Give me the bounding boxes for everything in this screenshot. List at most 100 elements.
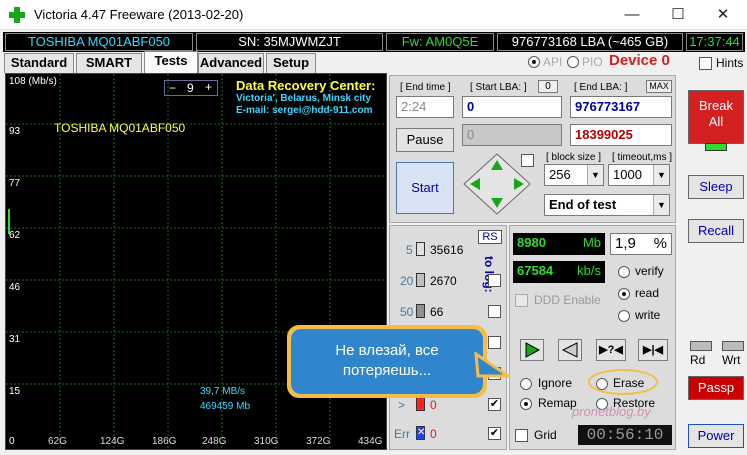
random-seek-button[interactable]: ▶?◀: [596, 339, 626, 361]
passp-button[interactable]: Passp: [688, 376, 744, 400]
rewind-button[interactable]: [558, 339, 582, 361]
drive-lba: 976773168 LBA (~465 GB): [497, 33, 683, 51]
percent-readout: 1,9 %: [610, 233, 672, 255]
zoom-minus-button[interactable]: −: [169, 81, 176, 95]
recall-button[interactable]: Recall: [688, 219, 744, 243]
elapsed-timer: 00:56:10: [578, 425, 672, 445]
status-led: [705, 143, 727, 151]
read-radio[interactable]: [618, 288, 630, 300]
y-label-15: 15: [9, 386, 21, 397]
random-seek-icon: ▶?◀: [599, 344, 623, 356]
block-size-select[interactable]: 256 ▼: [544, 164, 604, 186]
end-lba-label: [ End LBA: ]: [574, 82, 628, 93]
x-label-310g: 310G: [254, 436, 279, 447]
tab-tests[interactable]: Tests: [144, 51, 198, 73]
write-radio[interactable]: [618, 310, 630, 322]
callout-pointer: [474, 352, 510, 378]
pause-button[interactable]: Pause: [396, 128, 454, 152]
callout-message: Не влезай, все потеряешь...: [335, 342, 439, 379]
ignore-radio[interactable]: [520, 378, 532, 390]
block-swatch-50: [416, 304, 425, 318]
break-all-button[interactable]: Break All: [688, 90, 744, 144]
level-5: 5: [406, 243, 413, 257]
zoom-control: − 9 +: [164, 80, 218, 96]
percent-value: 1,9: [615, 235, 636, 252]
tab-standard[interactable]: Standard: [4, 53, 74, 73]
butterfly-icon: ▶|◀: [643, 344, 663, 356]
promo-location: Victoria', Belarus, Minsk city: [236, 93, 372, 104]
zoom-value: 9: [187, 81, 194, 95]
grid-checkbox[interactable]: [515, 429, 528, 442]
zoom-plus-button[interactable]: +: [205, 80, 212, 94]
maximize-button[interactable]: ☐: [655, 0, 701, 30]
end-action-select[interactable]: End of test ▼: [544, 194, 670, 216]
y-label-93: 93: [9, 126, 21, 137]
log-checkbox-20[interactable]: [488, 274, 501, 287]
x-label-186g: 186G: [152, 436, 177, 447]
count-50: 66: [430, 305, 444, 319]
timeout-label: [ timeout,ms ]: [612, 152, 673, 163]
play-button[interactable]: [520, 339, 544, 361]
butterfly-button[interactable]: ▶|◀: [638, 339, 668, 361]
promo-email: E-mail: sergei@hdd-911.com: [236, 105, 373, 116]
drive-model: TOSHIBA MQ01ABF050: [5, 33, 193, 51]
log-checkbox-200[interactable]: [488, 336, 501, 349]
pio-label: PIO: [582, 55, 603, 69]
tab-smart[interactable]: SMART: [76, 53, 142, 73]
remap-label: Remap: [538, 396, 577, 410]
title-bar: Victoria 4.47 Freeware (2013-02-20) — ☐ …: [0, 0, 747, 30]
power-button[interactable]: Power: [688, 424, 744, 448]
minimize-button[interactable]: —: [609, 0, 655, 30]
drive-serial: SN: 35MJWMZJT: [196, 33, 383, 51]
chevron-down-icon: ▼: [653, 165, 669, 185]
y-label-0: 0: [9, 436, 15, 447]
end-lba-max-button[interactable]: MAX: [646, 80, 672, 93]
hints-checkbox[interactable]: [699, 57, 712, 70]
block-swatch-20: [416, 273, 425, 287]
pio-radio[interactable]: [567, 56, 579, 68]
ddd-label: DDD Enable: [534, 293, 601, 307]
drive-info-bar: TOSHIBA MQ01ABF050 SN: 35MJWMZJT Fw: AM0…: [3, 32, 745, 52]
level-20: 20: [400, 274, 414, 288]
level-50: 50: [400, 305, 414, 319]
rs-button[interactable]: RS: [478, 230, 502, 244]
play-icon: [525, 342, 541, 358]
percent-unit: %: [653, 235, 667, 252]
ddd-checkbox[interactable]: [515, 294, 528, 307]
x-label-434g: 434G: [358, 436, 383, 447]
x-label-124g: 124G: [100, 436, 125, 447]
x-label-248g: 248G: [202, 436, 227, 447]
stats-panel: 8980 Mb 1,9 % 67584 kb/s verify read wri…: [509, 225, 676, 450]
rd-led: [690, 341, 712, 351]
block-swatch-over: [416, 397, 425, 411]
test-control-panel: [ End time ] 2:24 [ Start LBA: ] 0 0 [ E…: [389, 75, 676, 223]
callout-text: Не влезай, все потеряешь...: [291, 329, 483, 394]
direction-checkbox[interactable]: [521, 154, 534, 167]
tab-setup[interactable]: Setup: [266, 53, 316, 73]
log-checkbox-50[interactable]: [488, 305, 501, 318]
start-lba-field[interactable]: 0: [462, 96, 562, 118]
y-label-31: 31: [9, 334, 21, 345]
read-amount: 469459 Mb: [200, 401, 251, 412]
count-20: 2670: [430, 274, 457, 288]
remap-radio[interactable]: [520, 398, 532, 410]
end-lba-field[interactable]: 976773167: [570, 96, 672, 118]
close-button[interactable]: ✕: [700, 0, 746, 30]
log-checkbox-over[interactable]: ✔: [488, 398, 501, 411]
chevron-down-icon: ▼: [587, 165, 603, 185]
log-checkbox-err[interactable]: ✔: [488, 427, 501, 440]
tab-advanced[interactable]: Advanced: [198, 53, 264, 73]
end-time-field[interactable]: 2:24: [396, 96, 454, 118]
count-err: 0: [430, 427, 437, 441]
api-label: API: [543, 55, 563, 69]
start-button[interactable]: Start: [396, 162, 454, 214]
count-over: 0: [430, 398, 437, 412]
read-label: read: [635, 286, 660, 300]
timeout-select[interactable]: 1000 ▼: [608, 164, 670, 186]
sleep-button[interactable]: Sleep: [688, 175, 744, 199]
api-radio[interactable]: [528, 56, 540, 68]
graph-drive-name: TOSHIBA MQ01ABF050: [54, 121, 186, 135]
verify-radio[interactable]: [618, 266, 630, 278]
kbs-value: 67584: [517, 263, 554, 278]
start-lba-reset-button[interactable]: 0: [538, 80, 558, 93]
